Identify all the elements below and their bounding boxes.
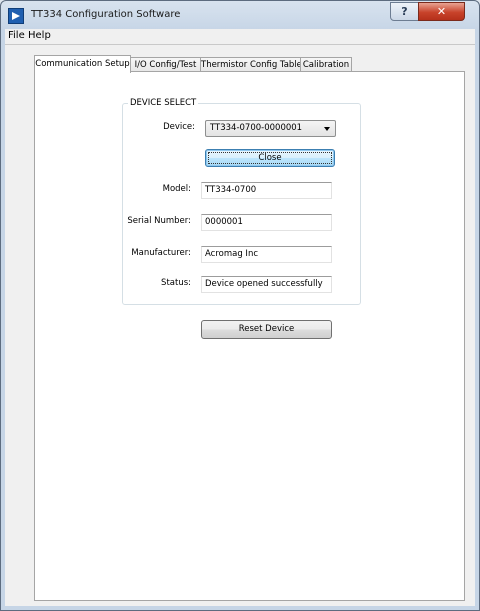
chevron-down-icon (324, 127, 330, 131)
menu-bar: File Help (5, 29, 475, 45)
group-title: DEVICE SELECT (128, 98, 199, 108)
status-field: Device opened successfully (201, 276, 332, 293)
menu-file[interactable]: File (8, 30, 25, 41)
menu-help[interactable]: Help (28, 30, 51, 41)
tab-thermistor-config-table[interactable]: Thermistor Config Table (200, 57, 302, 72)
app-logo-icon (8, 8, 24, 24)
status-label: Status: (161, 278, 191, 288)
serial-number-value: 0000001 (205, 217, 243, 227)
model-label: Model: (162, 184, 191, 194)
window-title: TT334 Configuration Software (31, 9, 181, 20)
device-dropdown[interactable]: TT334-0700-0000001 (205, 120, 336, 137)
help-icon: ? (401, 5, 408, 18)
manufacturer-field: Acromag Inc (201, 246, 332, 263)
model-value: TT334-0700 (205, 185, 257, 195)
app-window: TT334 Configuration Software ? ✕ File He… (0, 0, 480, 611)
close-icon: ✕ (436, 5, 447, 18)
status-value: Device opened successfully (205, 279, 323, 289)
context-help-button[interactable]: ? (390, 2, 419, 21)
device-select-group: DEVICE SELECT Device: TT334-0700-0000001… (122, 98, 361, 305)
close-device-button-label: Close (258, 153, 282, 163)
manufacturer-label: Manufacturer: (131, 248, 191, 258)
tab-communication-setup[interactable]: Communication Setup (34, 55, 131, 73)
tab-io-config-test[interactable]: I/O Config/Test (130, 57, 201, 72)
device-label: Device: (163, 122, 195, 132)
close-device-button[interactable]: Close (205, 149, 335, 167)
device-dropdown-value: TT334-0700-0000001 (210, 123, 303, 133)
tab-calibration[interactable]: Calibration (300, 57, 352, 72)
serial-number-field: 0000001 (201, 214, 332, 231)
model-field: TT334-0700 (201, 182, 332, 199)
main-content: Communication Setup I/O Config/Test Ther… (5, 45, 475, 606)
reset-device-button[interactable]: Reset Device (201, 320, 332, 339)
serial-number-label: Serial Number: (127, 216, 191, 226)
reset-device-button-label: Reset Device (238, 324, 295, 334)
title-bar[interactable]: TT334 Configuration Software ? ✕ (1, 1, 479, 29)
window-close-button[interactable]: ✕ (418, 2, 465, 21)
manufacturer-value: Acromag Inc (205, 249, 259, 259)
communication-setup-panel: DEVICE SELECT Device: TT334-0700-0000001… (34, 71, 465, 601)
